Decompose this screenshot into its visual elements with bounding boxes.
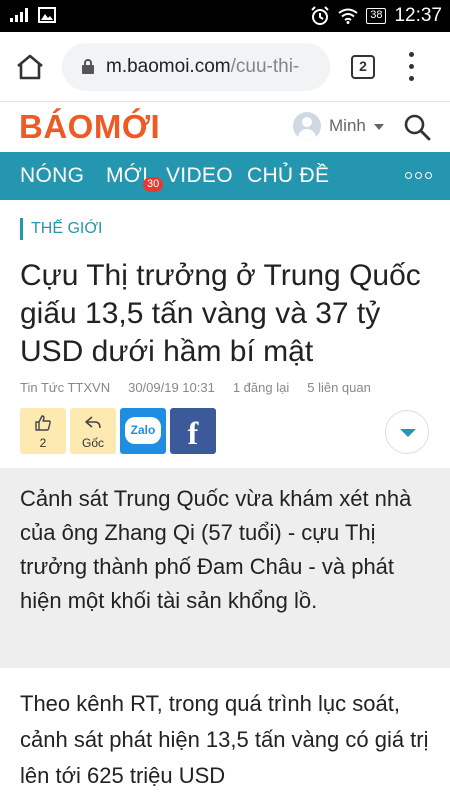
- avatar-icon: [293, 112, 321, 140]
- lock-icon: [82, 59, 94, 74]
- user-name: Minh: [329, 116, 366, 135]
- browser-toolbar: m.baomoi.com/cuu-thi- 2: [0, 32, 450, 102]
- site-logo[interactable]: BÁOMỚI: [19, 108, 160, 146]
- article-lead: Cảnh sát Trung Quốc vừa khám xét nhà của…: [20, 486, 412, 613]
- article-body: Theo kênh RT, trong quá trình lục soát, …: [20, 691, 429, 788]
- nav-item-chu-de[interactable]: CHỦ ĐỀ: [247, 164, 329, 188]
- signal-icon: [10, 8, 28, 22]
- article-category[interactable]: THẾ GIỚI: [20, 218, 103, 240]
- like-icon: [35, 415, 51, 431]
- like-button[interactable]: 2: [20, 408, 66, 454]
- chevron-down-icon: [400, 429, 416, 437]
- home-icon[interactable]: [14, 53, 46, 81]
- like-count: 2: [39, 436, 47, 450]
- battery-icon: 38: [366, 8, 387, 24]
- site-header: BÁOMỚI Minh: [0, 102, 450, 152]
- origin-button[interactable]: Gốc: [70, 408, 116, 454]
- share-zalo-button[interactable]: Zalo: [120, 408, 166, 454]
- tabs-icon[interactable]: 2: [351, 55, 375, 79]
- nav-item-moi[interactable]: MỚI: [106, 164, 148, 188]
- image-icon: [38, 7, 56, 23]
- article-lead-box: Cảnh sát Trung Quốc vừa khám xét nhà của…: [0, 468, 450, 668]
- article-meta: Tin Tức TTXVN 30/09/19 10:31 1 đăng lại 5 l…: [20, 380, 440, 395]
- status-bar: 38 12:37: [0, 0, 450, 32]
- url-path: /cuu-thi-: [230, 56, 300, 77]
- wifi-icon: [338, 8, 358, 24]
- user-menu[interactable]: Minh: [293, 112, 384, 140]
- expand-button[interactable]: [385, 410, 429, 454]
- more-icon[interactable]: [405, 172, 432, 179]
- share-facebook-button[interactable]: f: [170, 408, 216, 454]
- origin-label: Gốc: [81, 436, 104, 450]
- article-reposts[interactable]: 1 đăng lại: [233, 380, 289, 395]
- article-source[interactable]: Tin Tức TTXVN: [20, 380, 110, 395]
- article-related[interactable]: 5 liên quan: [307, 380, 371, 395]
- address-bar[interactable]: m.baomoi.com/cuu-thi-: [62, 43, 330, 91]
- article-title: Cựu Thị trưởng ở Trung Quốc giấu 13,5 tấ…: [20, 259, 421, 368]
- chevron-down-icon: [373, 124, 384, 130]
- search-icon[interactable]: [403, 113, 431, 141]
- new-count-badge: 30: [143, 177, 164, 192]
- reply-icon: [85, 416, 101, 429]
- nav-item-video[interactable]: VIDEO: [166, 164, 233, 188]
- alarm-icon: [311, 6, 329, 25]
- url-text[interactable]: m.baomoi.com/cuu-thi-: [106, 56, 318, 78]
- zalo-icon: Zalo: [125, 417, 161, 444]
- category-nav: NÓNG MỚI 30 VIDEO CHỦ ĐỀ: [0, 152, 450, 200]
- menu-icon[interactable]: [404, 50, 418, 84]
- nav-item-nong[interactable]: NÓNG: [20, 164, 84, 188]
- url-host: m.baomoi.com: [106, 56, 231, 77]
- article-datetime: 30/09/19 10:31: [128, 380, 215, 395]
- status-time: 12:37: [394, 5, 442, 26]
- facebook-icon: f: [187, 415, 199, 451]
